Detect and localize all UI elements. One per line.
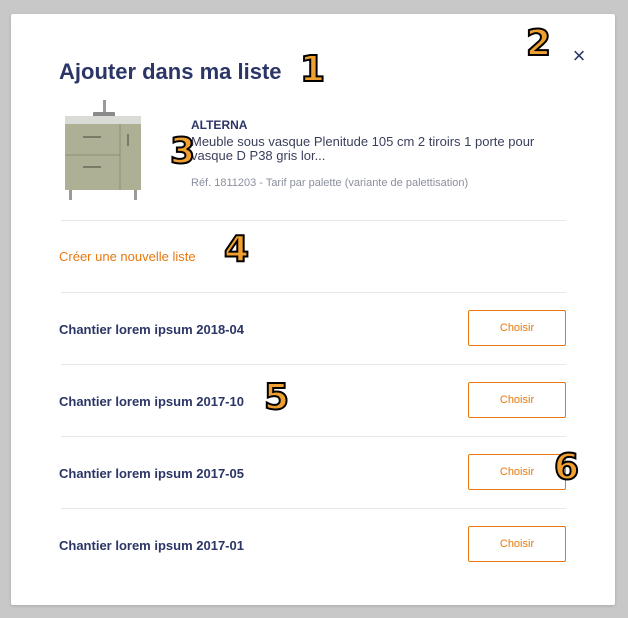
close-icon[interactable]: × [567,44,591,68]
divider [61,292,566,293]
product-reference: Réf. 1811203 - Tarif par palette (varian… [191,177,469,189]
list-item: Chantier lorem ipsum 2017-10 Choisir [59,382,566,422]
annotation-marker-3: 3 [169,131,196,172]
list-item: Chantier lorem ipsum 2018-04 Choisir [59,310,566,350]
product-description: Meuble sous vasque Plenitude 105 cm 2 ti… [191,134,535,163]
divider [61,508,566,509]
choose-button[interactable]: Choisir [468,454,566,490]
annotation-marker-5: 5 [263,377,290,418]
add-to-list-modal: Ajouter dans ma liste × ALTERNA Meuble s… [11,14,615,605]
annotation-marker-2: 2 [525,23,552,64]
divider [61,436,566,437]
list-item: Chantier lorem ipsum 2017-05 Choisir [59,454,566,494]
list-name: Chantier lorem ipsum 2017-10 [59,394,244,409]
annotation-marker-1: 1 [299,49,326,90]
divider [61,220,566,221]
choose-button[interactable]: Choisir [468,382,566,418]
list-name: Chantier lorem ipsum 2017-05 [59,466,244,481]
choose-button[interactable]: Choisir [468,526,566,562]
create-new-list-link[interactable]: Créer une nouvelle liste [59,249,196,264]
product-brand: ALTERNA [191,118,248,132]
annotation-marker-4: 4 [223,229,250,270]
product-image [65,100,141,200]
divider [61,364,566,365]
modal-title: Ajouter dans ma liste [59,59,282,84]
annotation-marker-6: 6 [553,447,580,488]
list-name: Chantier lorem ipsum 2017-01 [59,538,244,553]
list-name: Chantier lorem ipsum 2018-04 [59,322,244,337]
choose-button[interactable]: Choisir [468,310,566,346]
list-item: Chantier lorem ipsum 2017-01 Choisir [59,526,566,566]
